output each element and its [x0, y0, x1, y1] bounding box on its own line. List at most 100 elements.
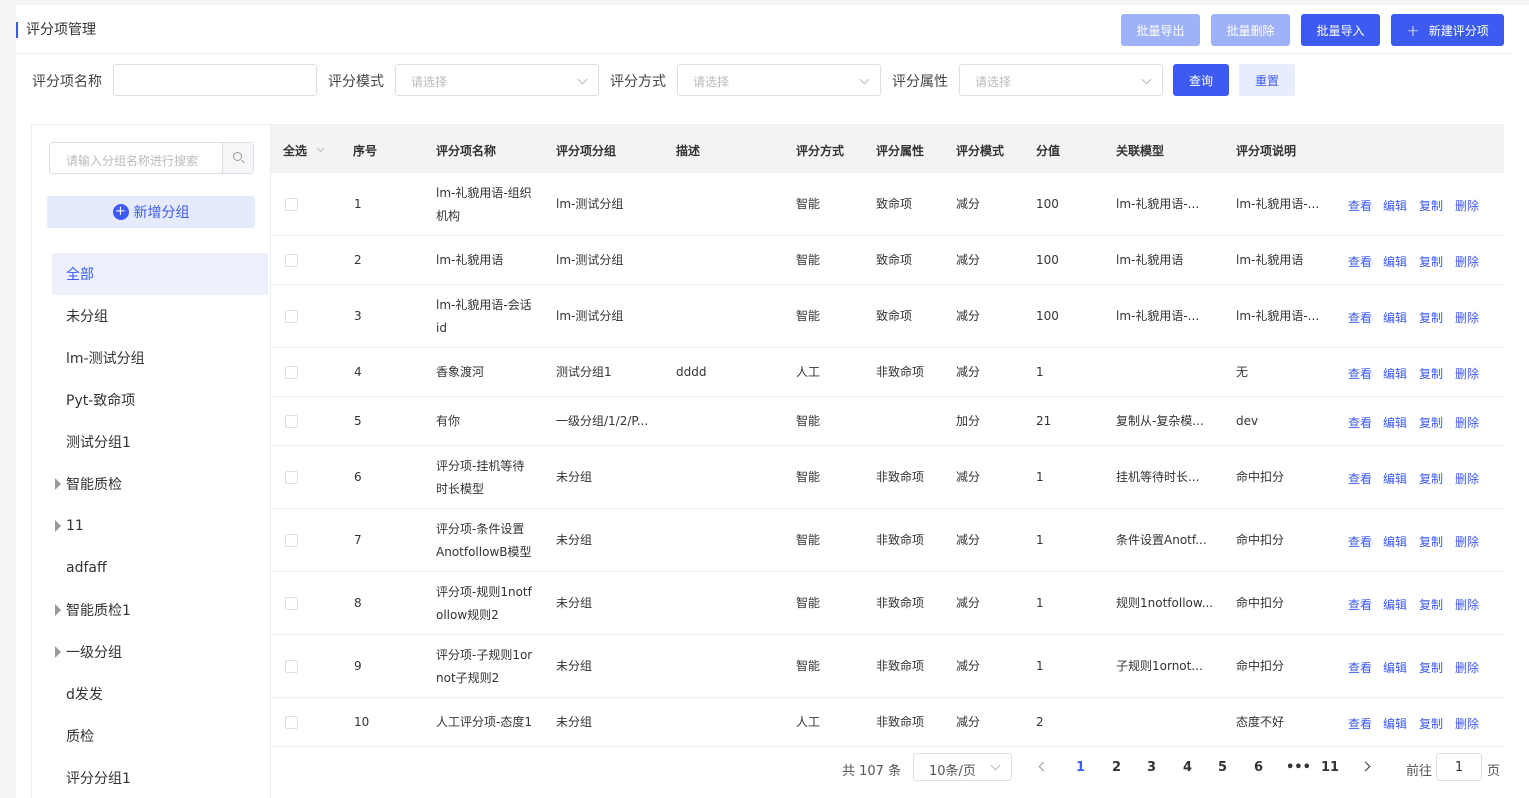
view-link[interactable]: 查看	[1348, 596, 1372, 613]
table-header: 全选 序号 评分项名称 评分项分组 描述 评分方式 评分属性 评分模式 分值 关…	[271, 125, 1504, 173]
row-checkbox[interactable]	[285, 471, 298, 484]
view-link[interactable]: 查看	[1348, 365, 1372, 382]
edit-link[interactable]: 编辑	[1383, 197, 1407, 214]
sidebar-item[interactable]: 评分分组1	[52, 757, 268, 798]
page-number[interactable]: 11	[1321, 760, 1339, 775]
select-all-header[interactable]: 全选	[283, 142, 307, 159]
delete-link[interactable]: 删除	[1455, 470, 1479, 487]
copy-link[interactable]: 复制	[1419, 533, 1443, 550]
edit-link[interactable]: 编辑	[1383, 715, 1407, 732]
cell-note: 无	[1236, 365, 1249, 379]
copy-link[interactable]: 复制	[1419, 414, 1443, 431]
copy-link[interactable]: 复制	[1419, 596, 1443, 613]
delete-link[interactable]: 删除	[1455, 533, 1479, 550]
delete-link[interactable]: 删除	[1455, 659, 1479, 676]
view-link[interactable]: 查看	[1348, 414, 1372, 431]
delete-link[interactable]: 删除	[1455, 253, 1479, 270]
query-button[interactable]: 查询	[1173, 64, 1229, 96]
row-checkbox[interactable]	[285, 660, 298, 673]
copy-link[interactable]: 复制	[1419, 365, 1443, 382]
sidebar-item[interactable]: 智能质检	[52, 463, 268, 505]
caret-right-icon[interactable]	[55, 478, 61, 490]
new-scoring-item-button[interactable]: + 新建评分项	[1391, 14, 1504, 46]
row-checkbox[interactable]	[285, 534, 298, 547]
row-checkbox[interactable]	[285, 310, 298, 323]
sidebar-item[interactable]: 一级分组	[52, 631, 268, 673]
page-number[interactable]: 5	[1218, 760, 1227, 775]
page-size-select[interactable]: 10条/页	[913, 753, 1012, 781]
copy-link[interactable]: 复制	[1419, 470, 1443, 487]
cell-name: 时长模型	[436, 482, 485, 496]
edit-link[interactable]: 编辑	[1383, 253, 1407, 270]
group-search-input[interactable]: 请输入分组名称进行搜索	[49, 142, 254, 174]
row-checkbox[interactable]	[285, 716, 298, 729]
view-link[interactable]: 查看	[1348, 253, 1372, 270]
page-number[interactable]: 4	[1183, 760, 1192, 775]
row-checkbox[interactable]	[285, 597, 298, 610]
more-pages-icon[interactable]: •••	[1286, 760, 1311, 775]
sidebar-item[interactable]: lm-测试分组	[52, 337, 268, 379]
copy-link[interactable]: 复制	[1419, 715, 1443, 732]
caret-right-icon[interactable]	[55, 520, 61, 532]
sidebar-item-label: 11	[66, 518, 84, 534]
edit-link[interactable]: 编辑	[1383, 533, 1407, 550]
cell-index: 10	[354, 715, 370, 729]
cell-name: ollow规则2	[436, 608, 499, 622]
edit-link[interactable]: 编辑	[1383, 596, 1407, 613]
copy-link[interactable]: 复制	[1419, 659, 1443, 676]
delete-link[interactable]: 删除	[1455, 309, 1479, 326]
batch-import-button[interactable]: 批量导入	[1301, 14, 1380, 46]
sidebar-item[interactable]: adfaff	[52, 547, 268, 589]
edit-link[interactable]: 编辑	[1383, 659, 1407, 676]
scoring-item-name-input[interactable]	[113, 64, 317, 96]
delete-link[interactable]: 删除	[1455, 715, 1479, 732]
group-search-button[interactable]	[222, 143, 253, 173]
caret-right-icon[interactable]	[55, 604, 61, 616]
page-number[interactable]: 6	[1254, 760, 1263, 775]
cell-method: 智能	[796, 197, 821, 211]
batch-delete-button[interactable]: 批量删除	[1211, 14, 1290, 46]
delete-link[interactable]: 删除	[1455, 596, 1479, 613]
row-checkbox[interactable]	[285, 415, 298, 428]
view-link[interactable]: 查看	[1348, 659, 1372, 676]
row-checkbox[interactable]	[285, 366, 298, 379]
sidebar-item[interactable]: 11	[52, 505, 268, 547]
sidebar-item[interactable]: 未分组	[52, 295, 268, 337]
sidebar-item[interactable]: 测试分组1	[52, 421, 268, 463]
sidebar-item[interactable]: 全部	[52, 253, 268, 295]
copy-link[interactable]: 复制	[1419, 253, 1443, 270]
goto-page-input[interactable]: 1	[1436, 753, 1482, 781]
sidebar-item[interactable]: 智能质检1	[52, 589, 268, 631]
batch-export-button[interactable]: 批量导出	[1121, 14, 1200, 46]
caret-right-icon[interactable]	[55, 646, 61, 658]
edit-link[interactable]: 编辑	[1383, 470, 1407, 487]
add-group-button[interactable]: + 新增分组	[47, 196, 255, 228]
scoring-attr-select[interactable]: 请选择	[959, 64, 1163, 96]
reset-button[interactable]: 重置	[1239, 64, 1295, 96]
scoring-method-select[interactable]: 请选择	[677, 64, 881, 96]
edit-link[interactable]: 编辑	[1383, 414, 1407, 431]
view-link[interactable]: 查看	[1348, 533, 1372, 550]
row-checkbox[interactable]	[285, 254, 298, 267]
view-link[interactable]: 查看	[1348, 470, 1372, 487]
sidebar-item[interactable]: Pyt-致命项	[52, 379, 268, 421]
view-link[interactable]: 查看	[1348, 715, 1372, 732]
page-number[interactable]: 3	[1147, 760, 1156, 775]
delete-link[interactable]: 删除	[1455, 414, 1479, 431]
chevron-down-icon[interactable]	[316, 144, 325, 153]
delete-link[interactable]: 删除	[1455, 197, 1479, 214]
edit-link[interactable]: 编辑	[1383, 309, 1407, 326]
view-link[interactable]: 查看	[1348, 197, 1372, 214]
copy-link[interactable]: 复制	[1419, 197, 1443, 214]
scoring-mode-select[interactable]: 请选择	[395, 64, 599, 96]
sidebar-item[interactable]: 质检	[52, 715, 268, 757]
sidebar-item[interactable]: d发发	[52, 673, 268, 715]
cell-score: 21	[1036, 414, 1052, 428]
page-number[interactable]: 2	[1112, 760, 1121, 775]
view-link[interactable]: 查看	[1348, 309, 1372, 326]
delete-link[interactable]: 删除	[1455, 365, 1479, 382]
edit-link[interactable]: 编辑	[1383, 365, 1407, 382]
row-checkbox[interactable]	[285, 198, 298, 211]
page-number[interactable]: 1	[1076, 760, 1085, 775]
copy-link[interactable]: 复制	[1419, 309, 1443, 326]
